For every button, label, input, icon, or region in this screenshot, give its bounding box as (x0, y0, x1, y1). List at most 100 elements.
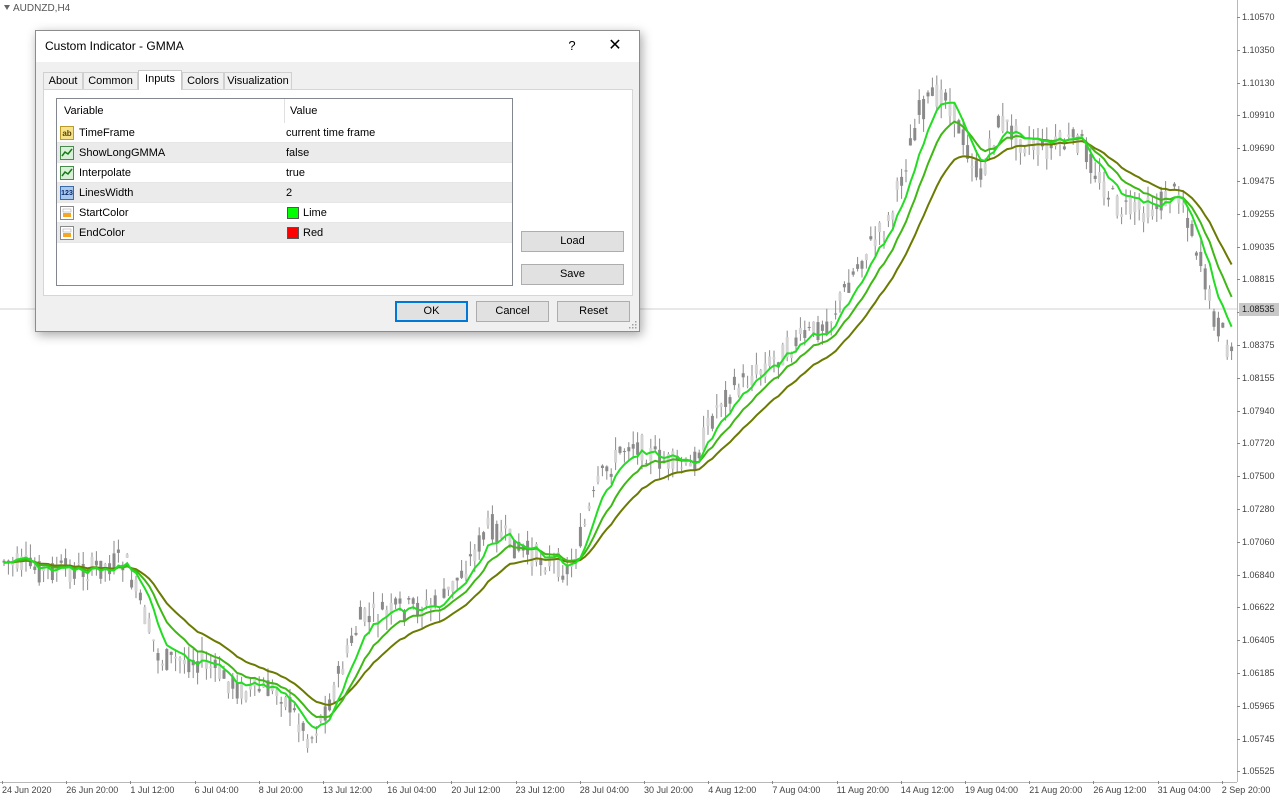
candlestick (490, 505, 494, 543)
candlestick (59, 554, 63, 565)
price-tick-label: 1.10350 (1237, 44, 1275, 55)
time-tick-label: 23 Jul 12:00 (515, 781, 565, 795)
header-value[interactable]: Value (290, 99, 317, 123)
close-icon[interactable]: ✕ (603, 34, 627, 58)
candlestick (1018, 138, 1022, 165)
table-row[interactable]: ab TimeFrame current time frame (57, 123, 512, 143)
candlestick (622, 448, 626, 463)
candlestick (363, 607, 367, 627)
candlestick (895, 177, 899, 202)
candlestick (468, 541, 472, 567)
candlestick (160, 659, 164, 671)
header-divider[interactable] (284, 99, 285, 123)
price-axis[interactable]: 1.10570 1.10350 1.10130 1.09910 1.09690 1.094… (1237, 0, 1280, 782)
ok-button[interactable]: OK (395, 301, 468, 322)
candlestick (1027, 126, 1031, 155)
save-button[interactable]: Save (521, 264, 624, 285)
tab-about[interactable]: About (43, 72, 83, 89)
candlestick (407, 595, 411, 605)
variable-value[interactable]: current time frame (286, 123, 375, 143)
candlestick (1010, 114, 1014, 148)
inputs-grid[interactable]: Variable Value ab TimeFrame current time… (56, 98, 513, 286)
variable-name: LinesWidth (79, 187, 134, 199)
table-row[interactable]: Interpolate true (57, 163, 512, 183)
candlestick (1159, 186, 1163, 220)
candlestick (37, 554, 41, 586)
dialog-title-bar[interactable]: Custom Indicator - GMMA ? ✕ (36, 31, 639, 62)
table-row[interactable]: ShowLongGMMA false (57, 143, 512, 163)
price-tick-label: 1.07280 (1237, 504, 1275, 514)
variable-name: ShowLongGMMA (79, 147, 166, 159)
candlestick (627, 442, 631, 461)
time-axis[interactable]: 24 Jun 2020 26 Jun 20:00 1 Jul 12:00 6 Jul … (0, 781, 1270, 801)
candlestick (499, 519, 503, 540)
load-button[interactable]: Load (521, 231, 624, 252)
bool-type-icon (60, 146, 74, 160)
variable-name: Interpolate (79, 167, 131, 179)
candlestick (530, 537, 534, 576)
price-tick-label: 1.05965 (1237, 700, 1275, 711)
time-tick-label: 6 Jul 04:00 (194, 781, 239, 795)
price-tick-label: 1.05745 (1237, 733, 1275, 744)
variable-name: StartColor (79, 207, 129, 219)
candlestick (253, 676, 257, 696)
candlestick (935, 75, 939, 110)
candlestick (534, 542, 538, 567)
table-row[interactable]: StartColor Lime (57, 203, 512, 223)
variable-value[interactable]: false (286, 143, 309, 163)
time-tick-label: 13 Jul 12:00 (323, 781, 373, 795)
price-tick-label: 1.08815 (1237, 274, 1275, 285)
candlestick (930, 77, 934, 97)
price-tick-label: 1.09690 (1237, 143, 1275, 154)
table-row[interactable]: EndColor Red (57, 223, 512, 243)
candlestick (649, 438, 653, 475)
candlestick (477, 527, 481, 560)
candlestick (389, 593, 393, 625)
resize-grip-icon[interactable] (629, 321, 637, 329)
candlestick (706, 409, 710, 435)
price-tick-label: 1.06622 (1237, 602, 1275, 613)
candlestick (64, 548, 68, 577)
price-tick-label: 1.08155 (1237, 372, 1275, 383)
candlestick (702, 415, 706, 452)
candlestick (323, 695, 327, 734)
candlestick (1203, 264, 1207, 301)
variable-value[interactable]: true (286, 163, 305, 183)
cancel-button[interactable]: Cancel (476, 301, 549, 322)
price-tick-label: 1.07060 (1237, 536, 1275, 547)
candlestick (825, 308, 829, 337)
color-swatch-red (287, 227, 299, 239)
variable-value[interactable]: Lime (303, 203, 327, 223)
candlestick (948, 88, 952, 125)
tab-colors[interactable]: Colors (182, 72, 224, 89)
variable-name: TimeFrame (79, 127, 135, 139)
candlestick (284, 695, 288, 711)
candlestick (1111, 185, 1115, 190)
grid-header: Variable Value (57, 99, 512, 123)
candlestick (486, 510, 490, 529)
candlestick (838, 291, 842, 313)
candlestick (922, 95, 926, 132)
candlestick (578, 513, 582, 548)
time-tick-label: 21 Aug 20:00 (1029, 781, 1083, 795)
reset-button[interactable]: Reset (557, 301, 630, 322)
candlestick (1221, 322, 1225, 329)
tab-inputs[interactable]: Inputs (138, 70, 182, 90)
header-variable[interactable]: Variable (64, 99, 104, 123)
candlestick (147, 612, 151, 634)
time-tick-label: 4 Aug 12:00 (708, 781, 757, 795)
candlestick (816, 315, 820, 343)
candlestick (94, 551, 98, 576)
candlestick (429, 597, 433, 622)
candlestick (1093, 162, 1097, 183)
time-tick-label: 11 Aug 20:00 (836, 781, 889, 795)
help-icon[interactable]: ? (562, 35, 582, 57)
candlestick (1150, 197, 1154, 220)
variable-value[interactable]: 2 (286, 183, 292, 203)
variable-value[interactable]: Red (303, 223, 323, 243)
tab-common[interactable]: Common (83, 72, 138, 89)
table-row[interactable]: 123 LinesWidth 2 (57, 183, 512, 203)
tab-visualization[interactable]: Visualization (224, 72, 292, 89)
time-tick-label: 16 Jul 04:00 (387, 781, 437, 795)
time-tick-label: 14 Aug 12:00 (900, 781, 954, 795)
